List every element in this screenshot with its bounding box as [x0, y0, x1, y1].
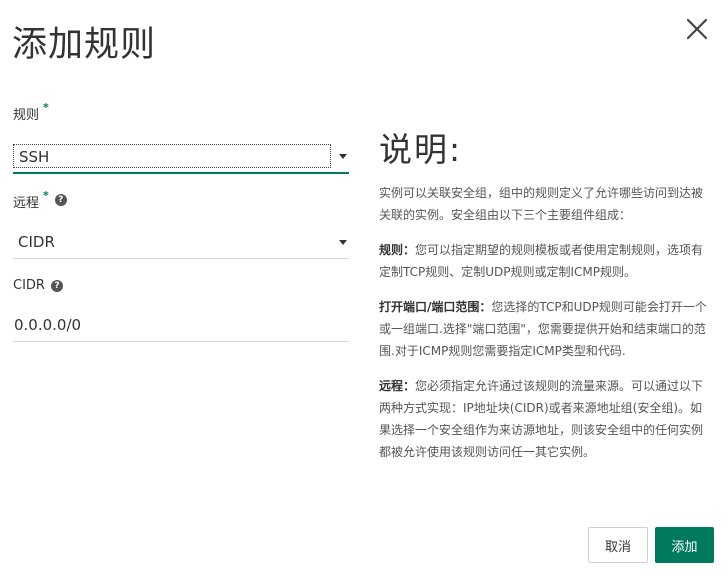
- help-port-title: 打开端口/端口范围：: [379, 300, 492, 314]
- chevron-down-icon: [339, 154, 347, 159]
- help-port-paragraph: 打开端口/端口范围：您选择的TCP和UDP规则可能会打开一个或一组端口.选择"端…: [379, 296, 713, 362]
- help-heading: 说明:: [379, 130, 463, 169]
- help-remote-text: 您必须指定允许通过该规则的流量来源。可以通过以下两种方式实现：IP地址块(CID…: [379, 379, 704, 459]
- remote-select-value: CIDR: [18, 233, 55, 251]
- remote-label-text: 远程: [13, 196, 40, 211]
- rule-select[interactable]: SSH: [13, 140, 349, 174]
- remote-select[interactable]: CIDR: [13, 226, 349, 259]
- cidr-input[interactable]: [13, 308, 349, 342]
- rule-form: 规则 * SSH 远程 * ? CIDR CIDR ?: [13, 101, 349, 342]
- cidr-label-text: CIDR: [13, 278, 45, 293]
- help-circle-icon[interactable]: ?: [54, 194, 67, 206]
- rule-select-value: SSH: [13, 144, 331, 168]
- help-panel: 说明: 实例可以关联安全组，组中的规则定义了允许哪些访问到达被关联的实例。安全组…: [379, 128, 713, 476]
- add-rule-dialog: 添加规则 规则 * SSH 远程 * ? CIDR CIDR ? 0.0.0.0…: [0, 0, 727, 579]
- remote-label: 远程 * ?: [13, 189, 349, 218]
- help-circle-icon[interactable]: ?: [50, 280, 63, 292]
- help-intro: 实例可以关联安全组，组中的规则定义了允许哪些访问到达被关联的实例。安全组由以下三…: [379, 186, 704, 222]
- cancel-button[interactable]: 取消: [588, 527, 648, 563]
- cidr-label: CIDR ?: [13, 278, 349, 304]
- rule-label-text: 规则: [13, 108, 40, 123]
- close-icon: [686, 18, 708, 40]
- help-remote-paragraph: 远程：您必须指定允许通过该规则的流量来源。可以通过以下两种方式实现：IP地址块(…: [379, 375, 713, 463]
- close-button[interactable]: [684, 16, 710, 42]
- help-rule-title: 规则：: [379, 243, 416, 257]
- dialog-title: 添加规则: [12, 25, 157, 65]
- help-remote-title: 远程：: [379, 379, 416, 393]
- chevron-down-icon: [339, 240, 347, 245]
- required-mark: *: [43, 101, 49, 114]
- rule-label: 规则 *: [13, 101, 349, 130]
- add-button[interactable]: 添加: [655, 527, 714, 563]
- help-rule-paragraph: 规则：您可以指定期望的规则模板或者使用定制规则，选项有定制TCP规则、定制UDP…: [379, 239, 713, 283]
- required-mark: *: [43, 189, 49, 202]
- help-rule-text: 您可以指定期望的规则模板或者使用定制规则，选项有定制TCP规则、定制UDP规则或…: [379, 243, 704, 279]
